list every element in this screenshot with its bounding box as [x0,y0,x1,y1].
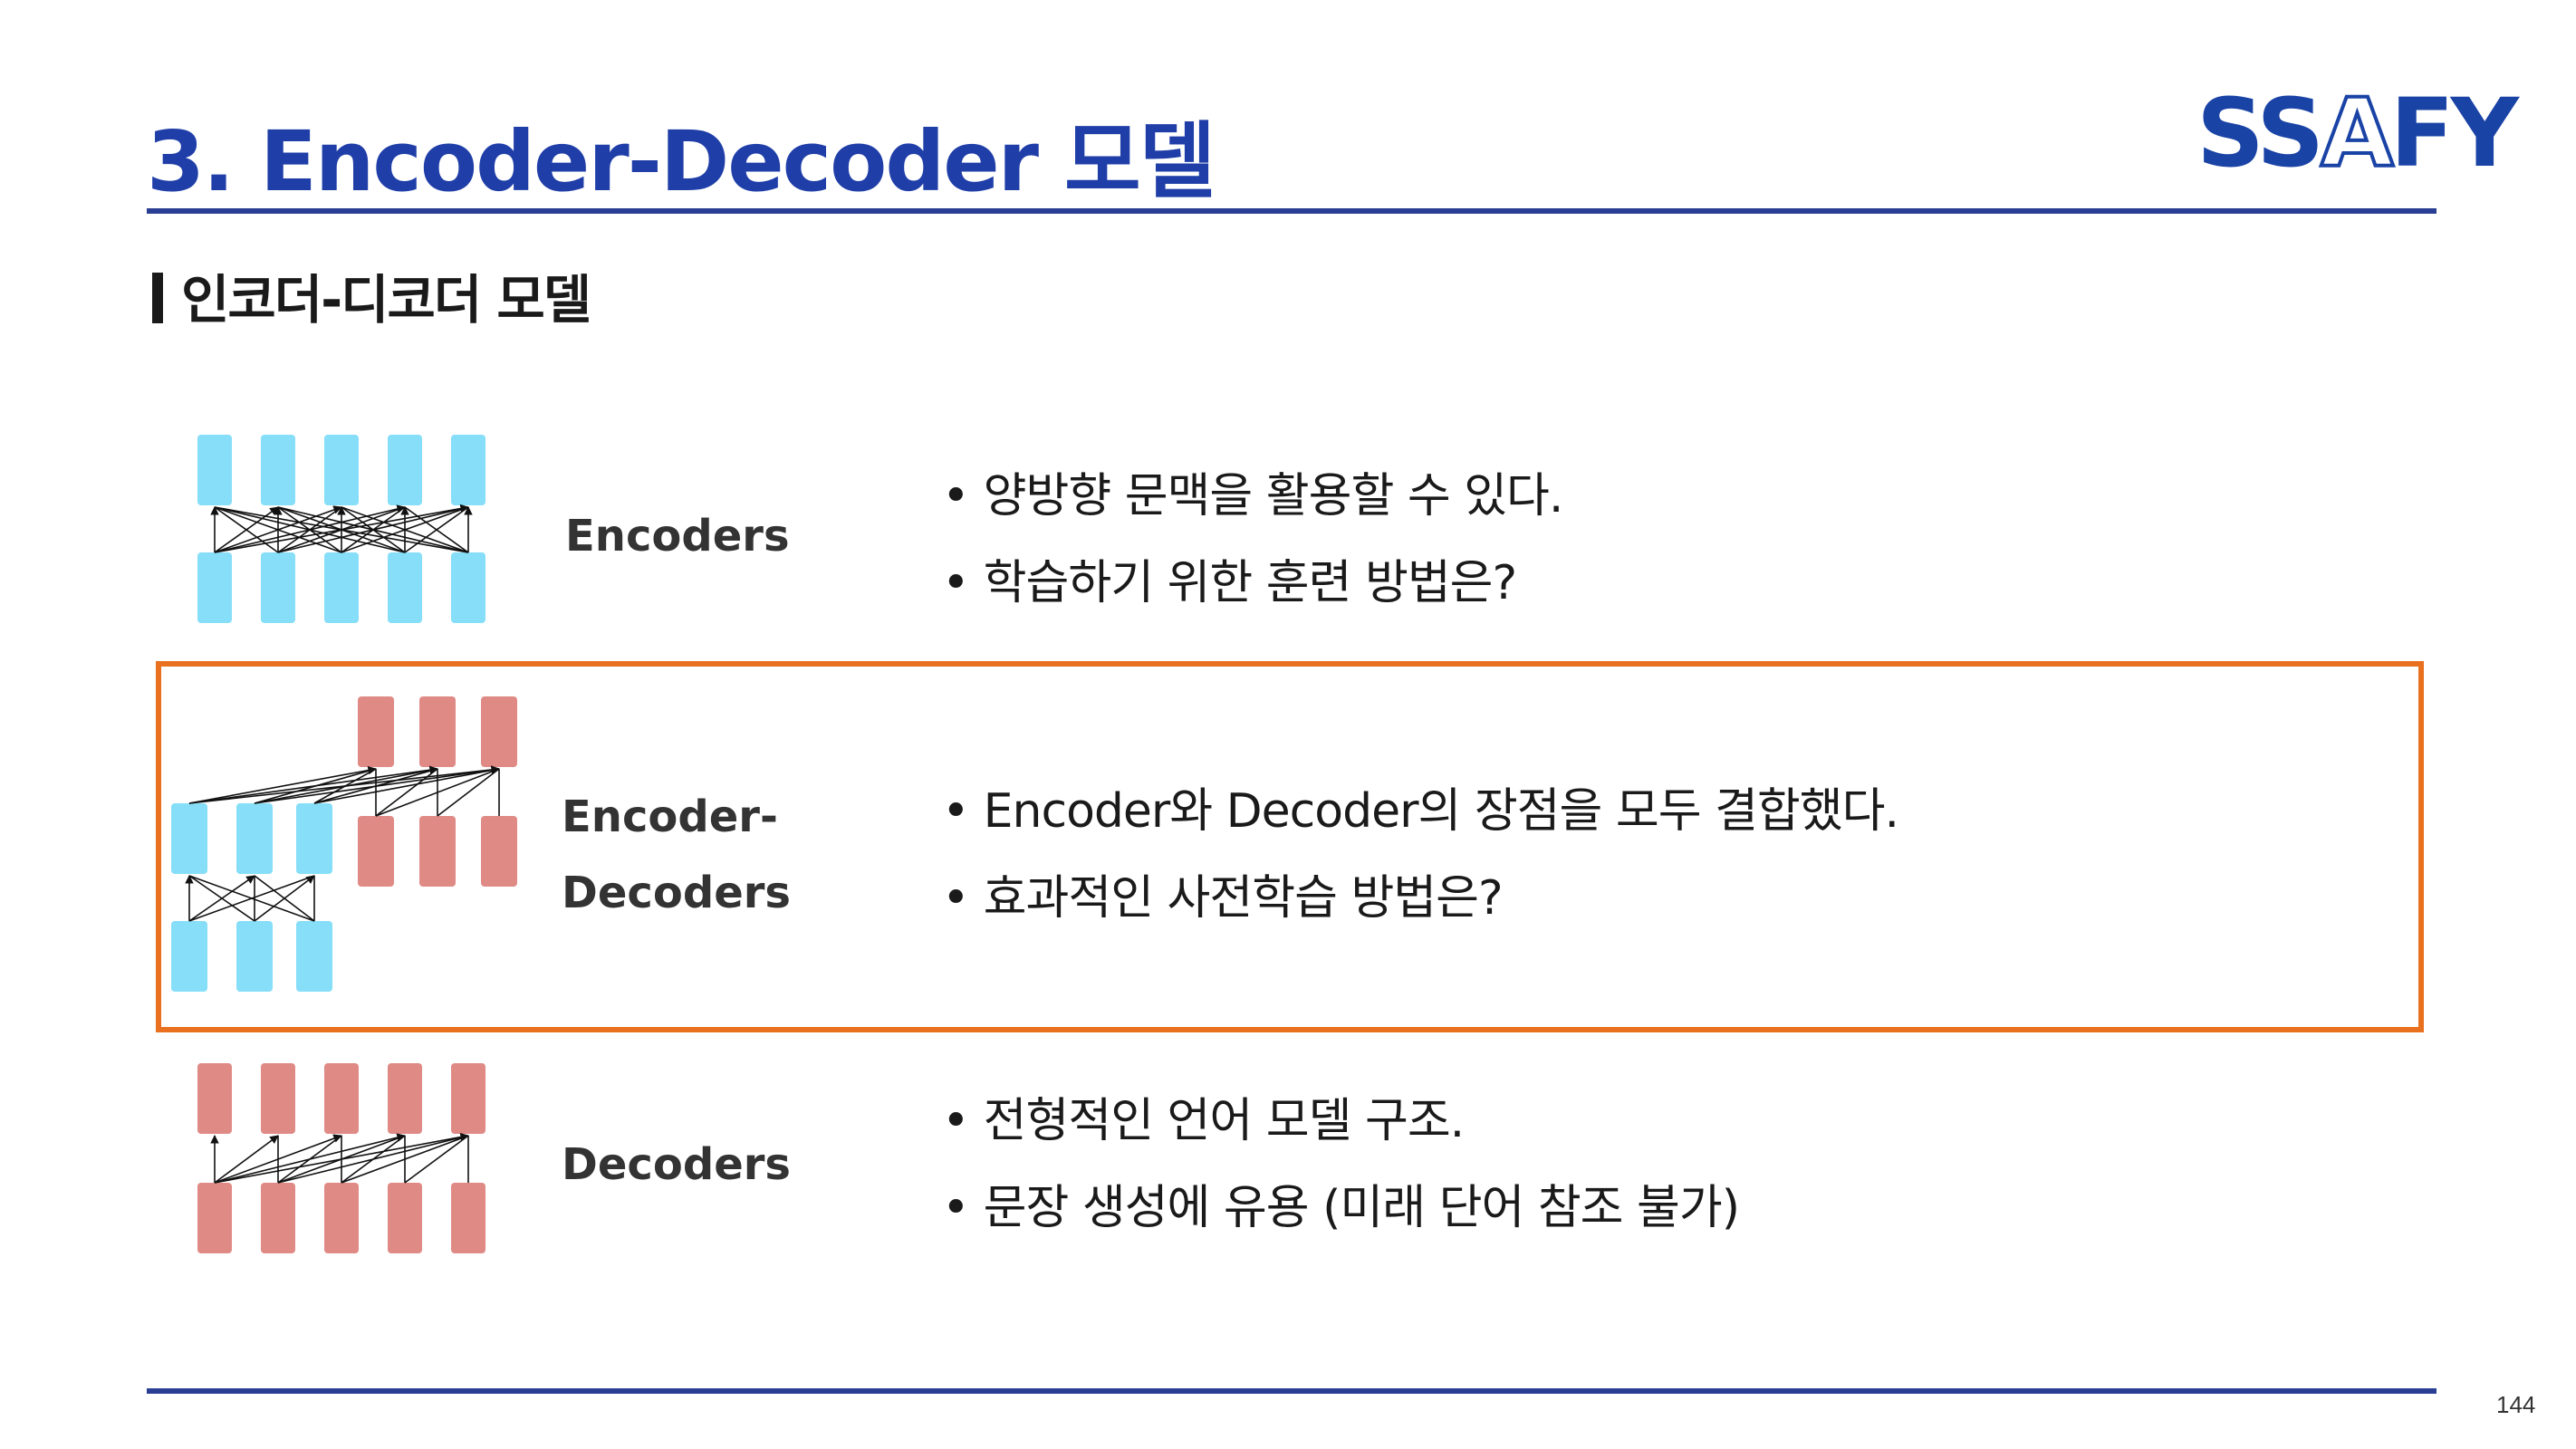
encoders-bullets: • 양방향 문맥을 활용할 수 있다. • 학습하기 위한 훈련 방법은? [942,453,1564,627]
bullet-item: • 문장 생성에 유용 (미래 단어 참조 불가) [942,1165,1740,1252]
encoder-bottom-blocks [171,921,332,992]
decoder-lower-blocks [358,816,517,887]
ssafy-logo: SSAFY [2196,76,2519,190]
bullet-item: • 양방향 문맥을 활용할 수 있다. [942,453,1564,540]
page-title: 3. Encoder-Decoder 모델 [147,113,1216,210]
encoder-top-blocks [197,435,485,505]
decoder-top-blocks [358,696,517,767]
decoders-label: Decoders [562,1127,791,1203]
logo-part-3: FY [2389,78,2519,188]
logo-part-1: SS [2196,78,2324,188]
decoder-top-blocks [197,1063,485,1134]
bullet-text: 학습하기 위한 훈련 방법은? [983,556,1517,610]
decoders-label-line: Decoders [562,1139,791,1190]
encoder-decoders-label: Encoder- Decoders [562,779,791,931]
section-heading-text: 인코더-디코더 모델 [181,269,591,331]
encoder-connections [210,504,473,553]
bullet-dot: • [942,1181,970,1235]
section-heading: 인코더-디코더 모델 [152,257,591,333]
bullet-text: Encoder와 Decoder의 장점을 모두 결합했다. [983,784,1899,839]
bullet-dot: • [942,1094,970,1148]
bullet-dot: • [942,556,970,610]
bullet-text: 문장 생성에 유용 (미래 단어 참조 불가) [983,1181,1740,1235]
bullet-dot: • [942,469,970,523]
header-divider [147,208,2437,214]
page-number: 144 [2496,1391,2536,1418]
encoder-mid-blocks [171,803,332,874]
decoders-bullets: • 전형적인 언어 모델 구조. • 문장 생성에 유용 (미래 단어 참조 불가) [942,1078,1740,1252]
bullet-text: 효과적인 사전학습 방법은? [983,871,1504,926]
decoder-bottom-blocks [197,1183,485,1253]
encoder-decoders-label-line-2: Decoders [562,868,791,918]
encoders-diagram [197,435,485,623]
bullet-item: • 효과적인 사전학습 방법은? [942,855,1898,942]
bullet-text: 전형적인 언어 모델 구조. [983,1094,1466,1148]
encoders-label: Encoders [565,498,790,574]
footer-divider [147,1388,2437,1394]
bullet-text: 양방향 문맥을 활용할 수 있다. [983,469,1564,523]
bullet-dot: • [942,871,970,926]
encoders-label-line: Encoders [565,511,790,561]
encoder-decoders-label-line-1: Encoder- [562,792,778,842]
encoder-decoders-bullets: • Encoder와 Decoder의 장점을 모두 결합했다. • 효과적인 사전… [942,768,1899,942]
decoders-diagram [197,1063,485,1253]
bullet-item: • Encoder와 Decoder의 장점을 모두 결합했다. [942,768,1899,855]
bullet-dot: • [942,784,970,839]
heading-bar [152,273,163,323]
bullet-item: • 전형적인 언어 모델 구조. [942,1078,1739,1165]
bullet-item: • 학습하기 위한 훈련 방법은? [942,540,1562,627]
encoder-decoder-diagram [171,696,517,992]
decoder-connections [210,1132,469,1184]
encoder-bottom-blocks [197,552,485,623]
logo-part-2: A [2319,76,2395,190]
